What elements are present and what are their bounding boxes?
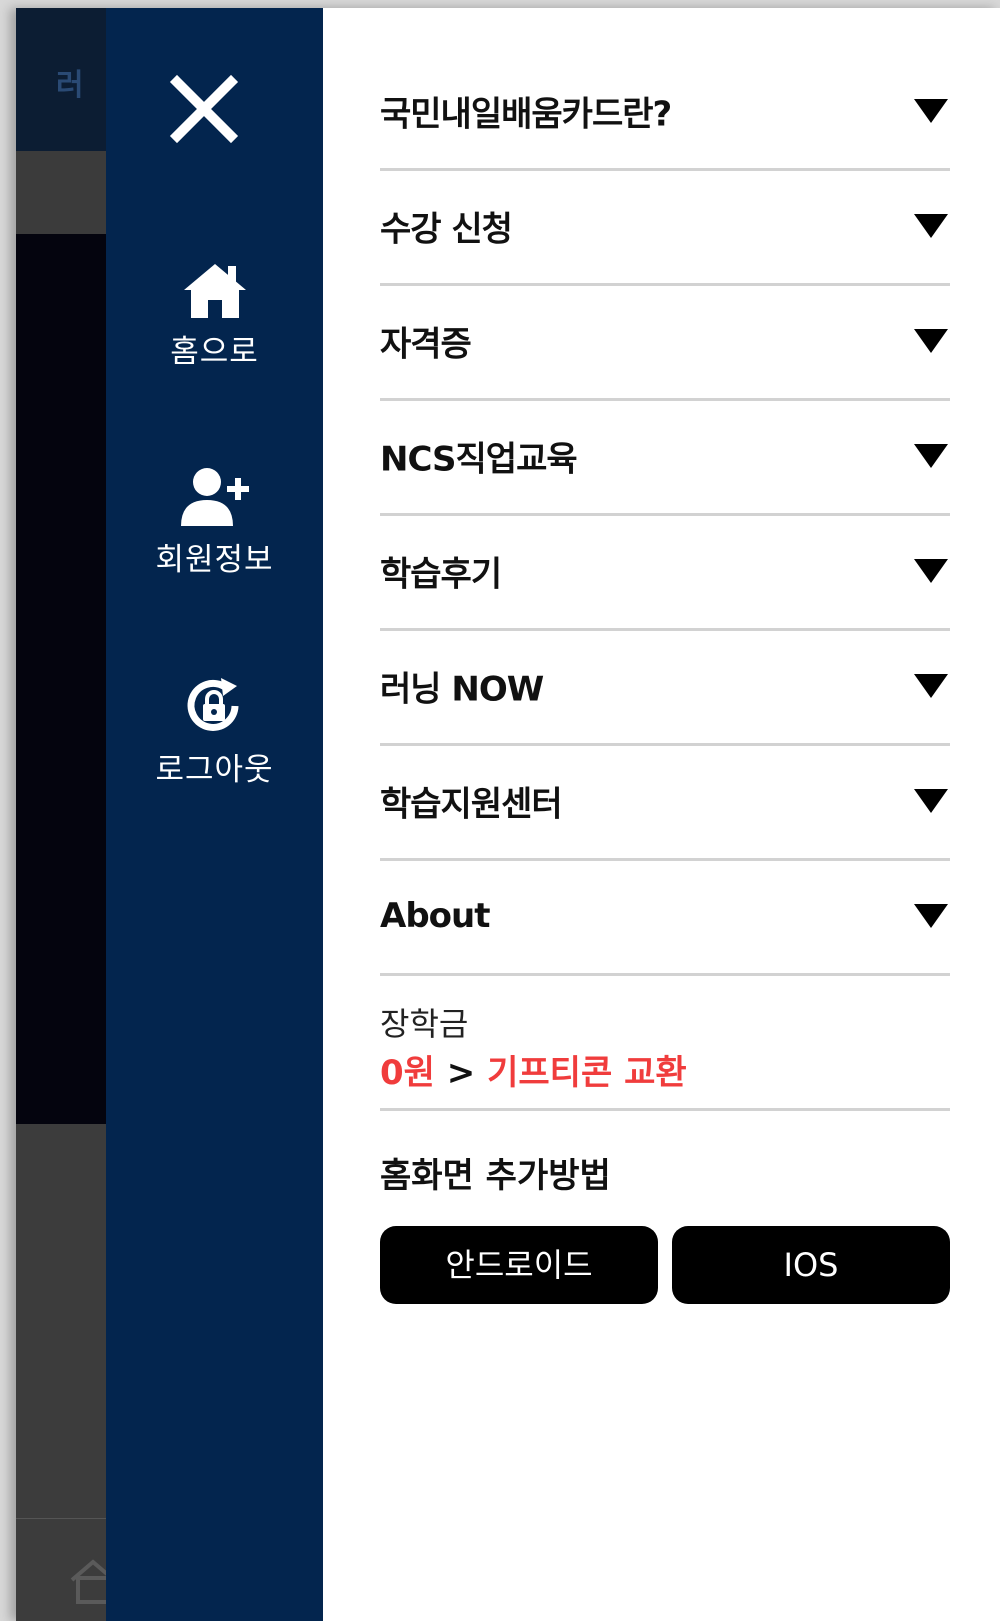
- scholarship-title: 장학금: [380, 1005, 469, 1043]
- scholarship-section: 장학금 0원 > 기프티콘 교환: [380, 965, 950, 1111]
- sidebar-logout-label: 로그아웃: [155, 752, 274, 788]
- caret-down-icon: [914, 904, 948, 928]
- caret-down-icon: [914, 674, 948, 698]
- logout-lock-icon: [187, 678, 238, 731]
- drawer-sidebar: 홈으로 회원정보 로그아웃: [106, 8, 323, 1621]
- menu-item-card-info[interactable]: 국민내일배움카드란?: [380, 54, 950, 171]
- menu-item-ncs-education[interactable]: NCS직업교육: [380, 399, 950, 516]
- close-icon[interactable]: [169, 74, 239, 144]
- menu-item-label: 자격증: [380, 324, 472, 365]
- menu-item-label: 러닝 NOW: [380, 669, 544, 710]
- scholarship-balance-row: 0원 > 기프티콘 교환: [380, 1045, 687, 1094]
- gifticon-exchange-link[interactable]: 기프티콘 교환: [487, 1053, 687, 1093]
- caret-down-icon: [914, 99, 948, 123]
- menu-item-course-registration[interactable]: 수강 신청: [380, 169, 950, 286]
- menu-item-about[interactable]: About: [380, 859, 950, 976]
- sidebar-member-info-label: 회원정보: [155, 542, 274, 578]
- caret-down-icon: [914, 214, 948, 238]
- menu-item-support-center[interactable]: 학습지원센터: [380, 744, 950, 861]
- menu-item-label: 학습지원센터: [380, 784, 563, 825]
- menu-item-label: 학습후기: [380, 554, 502, 595]
- menu-item-reviews[interactable]: 학습후기: [380, 514, 950, 631]
- home-icon: [183, 264, 246, 318]
- sidebar-home-button[interactable]: 홈으로: [106, 260, 323, 371]
- menu-item-certificates[interactable]: 자격증: [380, 284, 950, 401]
- sidebar-member-info-button[interactable]: 회원정보: [106, 466, 323, 579]
- user-add-icon: [180, 468, 249, 526]
- menu-item-label: About: [380, 896, 490, 936]
- menu-item-label: 수강 신청: [380, 209, 513, 250]
- menu-item-label: NCS직업교육: [380, 439, 578, 480]
- sidebar-logout-button[interactable]: 로그아웃: [106, 674, 323, 789]
- caret-down-icon: [914, 559, 948, 583]
- scholarship-separator: >: [446, 1053, 476, 1093]
- sidebar-home-label: 홈으로: [170, 334, 259, 370]
- menu-item-label: 국민내일배움카드란?: [380, 94, 672, 135]
- scholarship-amount: 0원: [380, 1053, 435, 1093]
- add-home-title: 홈화면 추가방법: [380, 1156, 611, 1196]
- caret-down-icon: [914, 789, 948, 813]
- caret-down-icon: [914, 444, 948, 468]
- caret-down-icon: [914, 329, 948, 353]
- app-frame: 러 홈으로 회원정보 로그아웃 국민내일배움카드란? 수강 신청 자격증 NCS…: [16, 8, 1000, 1621]
- drawer-menu-panel: 국민내일배움카드란? 수강 신청 자격증 NCS직업교육 학습후기 러닝 NOW…: [323, 8, 1000, 1621]
- ios-button[interactable]: IOS: [672, 1226, 950, 1304]
- android-button[interactable]: 안드로이드: [380, 1226, 658, 1304]
- menu-item-learning-now[interactable]: 러닝 NOW: [380, 629, 950, 746]
- background-logo: 러: [56, 68, 84, 103]
